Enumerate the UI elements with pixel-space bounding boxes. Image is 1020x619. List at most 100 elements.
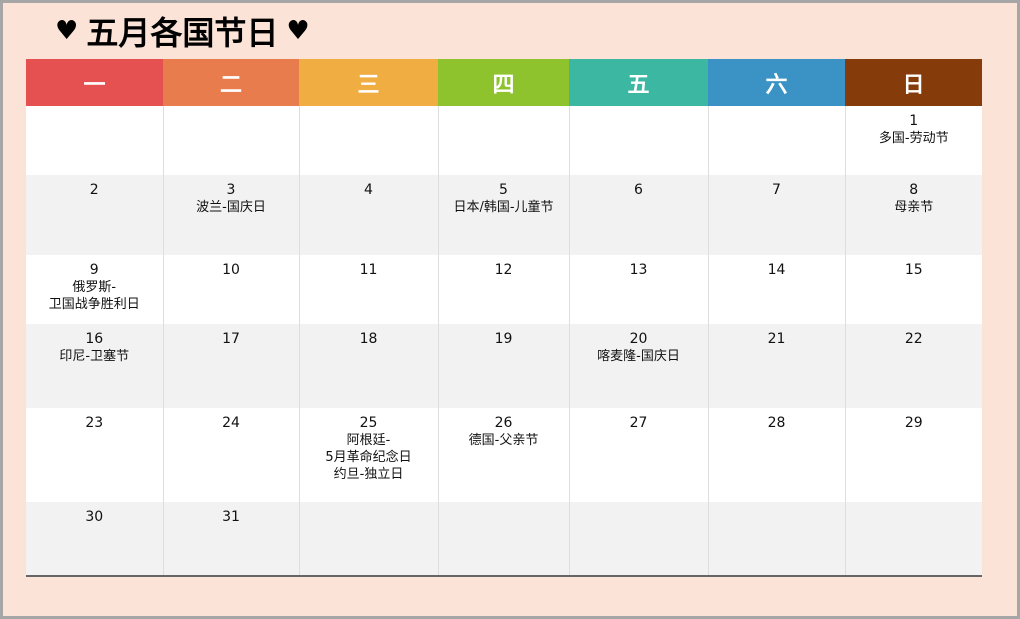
week-row: 30 31 xyxy=(26,502,982,576)
calendar-table: 一 二 三 四 五 六 日 1 多国-劳动节 2 3 波兰-国庆日 4 5 日本/韩国-儿童节… xyxy=(26,59,982,577)
day-number: 11 xyxy=(359,262,378,278)
holiday-label: 印尼-卫塞节 xyxy=(59,349,130,364)
day-cell[interactable] xyxy=(437,502,569,576)
page-title: ♥ 五月各国节日 ♥ xyxy=(55,7,310,55)
day-cell[interactable]: 4 xyxy=(298,175,438,255)
day-number: 10 xyxy=(222,262,240,278)
weekday-header-mon: 一 xyxy=(26,59,163,106)
day-number: 19 xyxy=(494,331,513,347)
weekday-header-row: 一 二 三 四 五 六 日 xyxy=(26,59,982,106)
day-cell[interactable]: 10 xyxy=(162,255,299,324)
day-cell[interactable]: 3 波兰-国庆日 xyxy=(162,175,299,255)
weekday-header-tue: 二 xyxy=(163,59,299,106)
holiday-label: 约旦-独立日 xyxy=(333,467,404,482)
day-number: 20 xyxy=(629,331,648,347)
week-row: 16 印尼-卫塞节 17 18 19 20 喀麦隆-国庆日 21 22 xyxy=(26,324,982,408)
day-cell[interactable]: 11 xyxy=(298,255,438,324)
calendar-body: 1 多国-劳动节 2 3 波兰-国庆日 4 5 日本/韩国-儿童节 6 7 8 母亲节 9 俄罗斯- 卫国战… xyxy=(26,106,982,576)
weekday-header-thu: 四 xyxy=(438,59,569,106)
day-cell[interactable]: 17 xyxy=(162,324,299,408)
day-number: 7 xyxy=(772,182,781,198)
day-number: 27 xyxy=(629,415,648,431)
day-cell[interactable]: 1 多国-劳动节 xyxy=(844,106,982,175)
day-cell[interactable]: 25 阿根廷- 5月革命纪念日 约旦-独立日 xyxy=(298,408,438,502)
day-number: 5 xyxy=(499,182,508,198)
holiday-label: 喀麦隆-国庆日 xyxy=(597,349,680,364)
day-cell[interactable]: 24 xyxy=(162,408,299,502)
day-number: 28 xyxy=(767,415,786,431)
day-cell[interactable]: 23 xyxy=(26,408,163,502)
day-cell[interactable]: 2 xyxy=(26,175,163,255)
day-cell[interactable]: 21 xyxy=(707,324,845,408)
day-cell[interactable]: 7 xyxy=(707,175,845,255)
day-cell[interactable] xyxy=(298,106,438,175)
day-cell[interactable] xyxy=(707,106,845,175)
holiday-label: 母亲节 xyxy=(894,200,934,215)
day-cell[interactable] xyxy=(26,106,163,175)
day-cell[interactable]: 22 xyxy=(844,324,982,408)
day-number: 18 xyxy=(359,331,378,347)
day-number: 31 xyxy=(222,509,240,525)
week-row: 2 3 波兰-国庆日 4 5 日本/韩国-儿童节 6 7 8 母亲节 xyxy=(26,175,982,255)
page-title-text: 五月各国节日 xyxy=(86,14,279,52)
day-number: 8 xyxy=(909,182,919,198)
day-number: 16 xyxy=(85,331,104,347)
week-row: 9 俄罗斯- 卫国战争胜利日 10 11 12 13 14 15 xyxy=(26,255,982,324)
holiday-label: 5月革命纪念日 xyxy=(325,450,412,465)
day-number: 24 xyxy=(222,415,240,431)
day-cell[interactable]: 30 xyxy=(26,502,163,576)
heart-icon: ♥ xyxy=(286,16,310,46)
weekday-header-wed: 三 xyxy=(299,59,438,106)
day-number: 21 xyxy=(767,331,786,347)
day-cell[interactable]: 18 xyxy=(298,324,438,408)
day-cell[interactable]: 9 俄罗斯- 卫国战争胜利日 xyxy=(26,255,163,324)
day-number: 23 xyxy=(85,415,104,431)
day-cell[interactable]: 28 xyxy=(707,408,845,502)
weekday-header-fri: 五 xyxy=(569,59,708,106)
day-number: 29 xyxy=(904,415,923,431)
day-cell[interactable]: 5 日本/韩国-儿童节 xyxy=(437,175,569,255)
day-cell[interactable] xyxy=(298,502,438,576)
day-cell[interactable]: 29 xyxy=(844,408,982,502)
holiday-label: 波兰-国庆日 xyxy=(196,200,266,215)
day-cell[interactable]: 6 xyxy=(568,175,708,255)
day-number: 14 xyxy=(767,262,786,278)
holiday-label: 德国-父亲节 xyxy=(468,433,539,448)
holiday-label: 俄罗斯- xyxy=(72,280,117,295)
day-cell[interactable]: 14 xyxy=(707,255,845,324)
day-cell[interactable]: 16 印尼-卫塞节 xyxy=(26,324,163,408)
day-number: 6 xyxy=(634,182,643,198)
day-number: 25 xyxy=(359,415,378,431)
holiday-label: 多国-劳动节 xyxy=(878,131,949,146)
day-number: 2 xyxy=(89,182,99,198)
week-row: 23 24 25 阿根廷- 5月革命纪念日 约旦-独立日 26 德国-父亲节 27 28 29 xyxy=(26,408,982,502)
day-cell[interactable] xyxy=(844,502,982,576)
day-cell[interactable]: 26 德国-父亲节 xyxy=(437,408,569,502)
day-cell[interactable] xyxy=(437,106,569,175)
day-number: 3 xyxy=(226,182,236,198)
holiday-label: 日本/韩国-儿童节 xyxy=(453,200,554,215)
weekday-header-sun: 日 xyxy=(845,59,982,106)
day-cell[interactable] xyxy=(707,502,845,576)
weekday-header-sat: 六 xyxy=(708,59,845,106)
day-cell[interactable]: 31 xyxy=(162,502,299,576)
day-cell[interactable]: 15 xyxy=(844,255,982,324)
day-number: 4 xyxy=(364,182,373,198)
day-cell[interactable]: 13 xyxy=(568,255,708,324)
day-cell[interactable] xyxy=(568,106,708,175)
day-cell[interactable]: 12 xyxy=(437,255,569,324)
holiday-label: 阿根廷- xyxy=(346,433,391,448)
day-cell[interactable]: 20 喀麦隆-国庆日 xyxy=(568,324,708,408)
calendar-frame: ♥ 五月各国节日 ♥ 一 二 三 四 五 六 日 1 多国-劳动节 2 3 波兰-国庆日… xyxy=(0,0,1020,619)
day-number: 22 xyxy=(904,331,923,347)
day-cell[interactable]: 27 xyxy=(568,408,708,502)
day-cell[interactable] xyxy=(568,502,708,576)
day-cell[interactable]: 8 母亲节 xyxy=(844,175,982,255)
day-number: 12 xyxy=(494,262,513,278)
day-cell[interactable]: 19 xyxy=(437,324,569,408)
holiday-label: 卫国战争胜利日 xyxy=(48,297,140,312)
week-row: 1 多国-劳动节 xyxy=(26,106,982,175)
day-cell[interactable] xyxy=(162,106,299,175)
heart-icon: ♥ xyxy=(55,16,79,46)
day-number: 13 xyxy=(629,262,648,278)
